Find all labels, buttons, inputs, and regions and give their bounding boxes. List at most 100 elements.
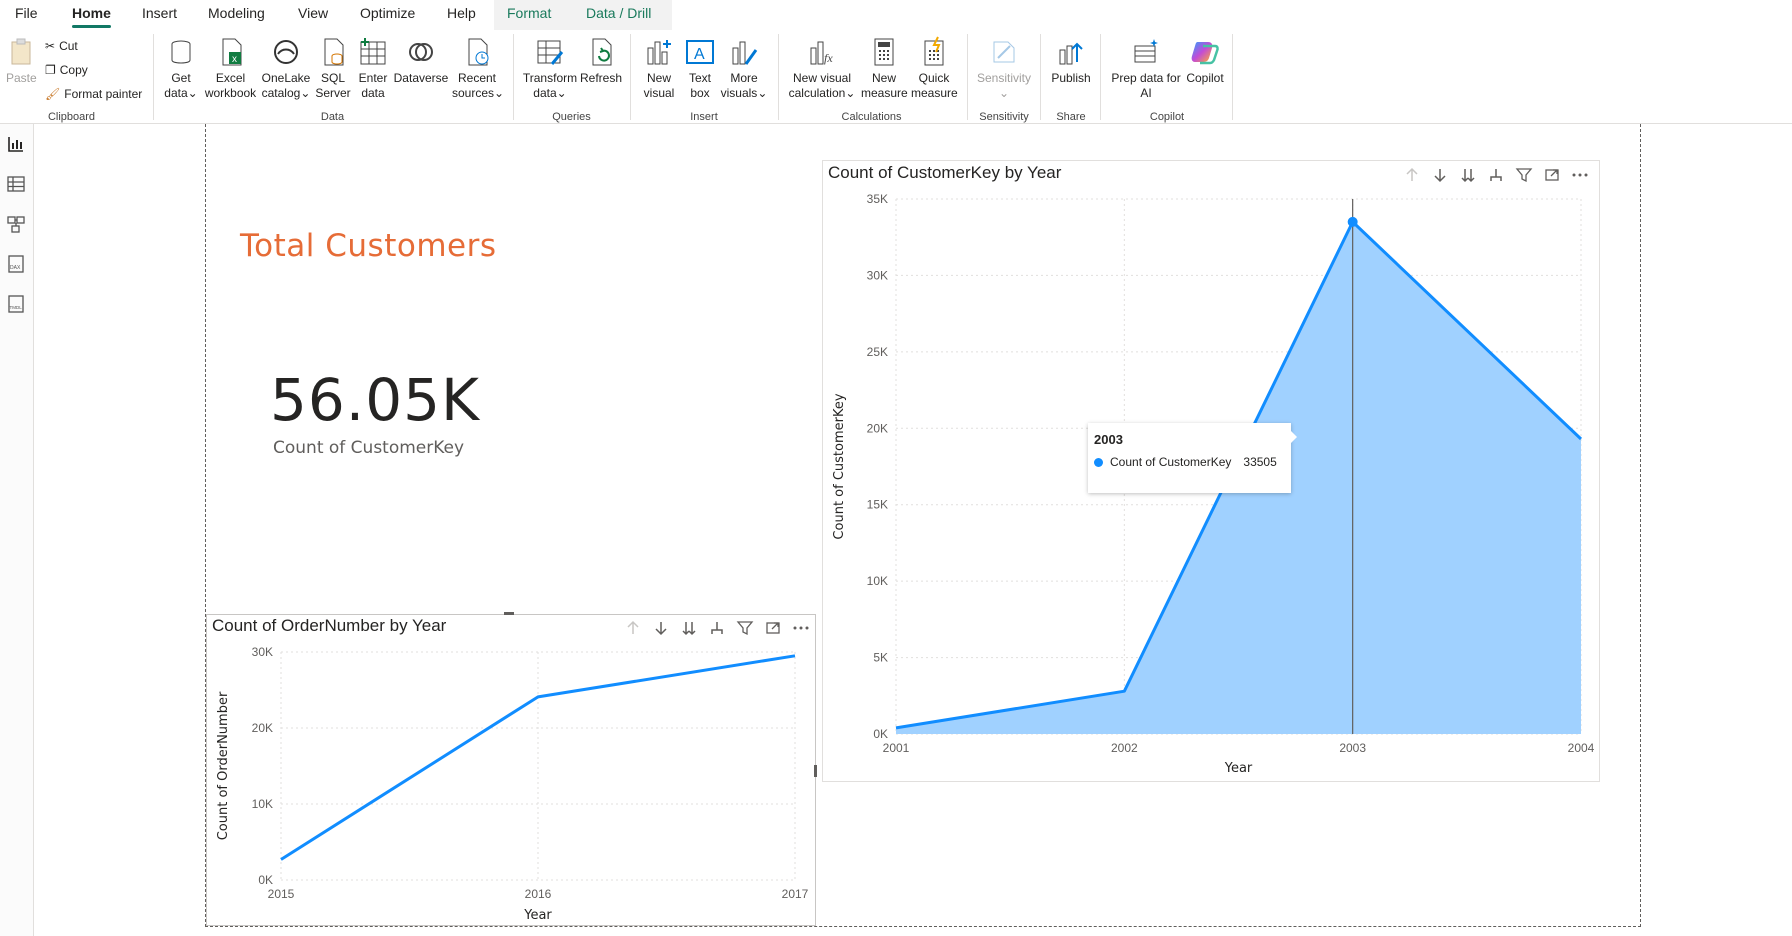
recent-label: Recent	[457, 71, 497, 85]
scissors-icon: ✂	[45, 39, 56, 53]
visual-calculation-icon: fx	[810, 41, 833, 65]
publish-button[interactable]: Publish	[1048, 36, 1094, 86]
new-measure-button[interactable]: New measure	[861, 36, 908, 101]
excel-icon: x	[222, 38, 241, 66]
tmdl-view-icon[interactable]: TMDL	[6, 294, 26, 314]
copilot-label: Copilot	[1186, 71, 1224, 85]
prep-data-label: Prep data for	[1111, 71, 1181, 85]
line-chart-visual[interactable]: Count of OrderNumber by Year 0K 10K 20K 30K…	[206, 612, 817, 926]
report-view-icon[interactable]	[6, 134, 26, 154]
x-axis-title: Year	[1224, 761, 1253, 776]
sql-server-icon	[324, 38, 344, 66]
dax-query-view-icon[interactable]: DAX	[6, 254, 26, 274]
sql-label: SQL	[320, 71, 345, 85]
y-tick-label: 0K	[258, 873, 273, 887]
more-visuals-button[interactable]: More visuals⌄	[720, 36, 768, 101]
ribbon: Paste ✂ Cut ❐ Copy 🖌 Format painter Clipboa…	[0, 30, 1792, 124]
card-value: 56.05K	[270, 366, 481, 434]
text-box-label: Text	[688, 71, 711, 85]
onelake-label: OneLake	[261, 71, 311, 85]
enter-data-button[interactable]: Enter data	[355, 36, 391, 101]
menu-home[interactable]: Home	[72, 0, 111, 28]
sensitivity-dropdown-icon: ⌄	[998, 86, 1010, 100]
tooltip-pointer	[1291, 431, 1297, 443]
line-chart-plot: 0K 10K 20K 30K 2015 2016 2017 Year Count of Orde…	[216, 645, 809, 923]
dataverse-icon	[409, 43, 433, 61]
enter-data-label: Enter	[358, 71, 388, 85]
copilot-button[interactable]: Copilot	[1184, 36, 1226, 86]
sql-server-button[interactable]: SQL Server	[315, 36, 351, 101]
y-tick-label: 15K	[867, 498, 888, 512]
tooltip-series-value: 33505	[1243, 455, 1277, 469]
transform-data-button[interactable]: Transform data⌄	[521, 36, 579, 101]
new-visual-label: New	[646, 71, 671, 85]
copy-label: Copy	[59, 63, 88, 77]
format-painter-button[interactable]: 🖌 Format painter	[45, 84, 142, 104]
y-axis-title: Count of OrderNumber	[216, 691, 231, 840]
sql-label-2: Server	[315, 86, 351, 100]
tooltip-series-dot	[1094, 457, 1103, 467]
menu-insert[interactable]: Insert	[142, 0, 177, 28]
svg-text:DAX: DAX	[10, 265, 21, 271]
y-tick-label: 10K	[867, 574, 888, 588]
get-data-button[interactable]: Get data⌄	[160, 36, 202, 101]
x-tick-label: 2015	[268, 887, 295, 901]
sensitivity-label: Sensitivity	[976, 71, 1032, 85]
cut-button[interactable]: ✂ Cut	[45, 36, 78, 56]
menu-format[interactable]: Format	[507, 0, 551, 28]
onelake-catalog-button[interactable]: OneLake catalog⌄	[260, 36, 312, 101]
area-chart-visual[interactable]: Count of CustomerKey by Year 0K 5K 10K 15K 2…	[822, 160, 1600, 782]
paste-button[interactable]: Paste	[6, 36, 37, 86]
card-visual[interactable]: Total Customers 56.05K Count of Customer…	[230, 210, 790, 480]
y-tick-label: 25K	[867, 345, 888, 359]
quick-measure-icon	[924, 36, 944, 66]
x-tick-label: 2003	[1339, 741, 1366, 755]
more-visuals-label: More	[730, 71, 758, 85]
tooltip-row: Count of CustomerKey 33505	[1094, 455, 1277, 469]
text-box-button[interactable]: A Text box	[682, 36, 718, 101]
separator	[630, 34, 631, 120]
menu-modeling[interactable]: Modeling	[208, 0, 265, 28]
onelake-label-2: catalog⌄	[261, 86, 311, 100]
recent-sources-button[interactable]: Recent sources⌄	[452, 36, 504, 101]
new-measure-label: New	[871, 71, 896, 85]
model-view-icon[interactable]	[6, 214, 26, 234]
separator	[1232, 34, 1233, 120]
chart-tooltip: 2003 Count of CustomerKey 33505	[1088, 423, 1297, 493]
sensitivity-button[interactable]: Sensitivity ⌄	[974, 36, 1034, 101]
tooltip-series-name: Count of CustomerKey	[1110, 455, 1232, 469]
menu-file[interactable]: File	[15, 0, 38, 28]
get-data-label: Get	[171, 71, 191, 85]
menu-optimize[interactable]: Optimize	[360, 0, 415, 28]
data-point	[1347, 216, 1358, 227]
tooltip-header: 2003	[1094, 432, 1123, 447]
new-visual-calculation-button[interactable]: fx New visual calculation⌄	[786, 36, 858, 101]
publish-icon	[1059, 42, 1083, 65]
x-tick-label: 2004	[1568, 741, 1595, 755]
excel-workbook-button[interactable]: x Excel workbook	[203, 36, 258, 101]
paste-label: Paste	[6, 71, 37, 85]
prep-data-ai-button[interactable]: Prep data for AI	[1108, 36, 1184, 101]
new-measure-label-2: measure	[861, 86, 908, 100]
quick-measure-button[interactable]: Quick measure	[911, 36, 958, 101]
new-visual-button[interactable]: New visual	[640, 36, 678, 101]
calculations-group-label: Calculations	[841, 111, 902, 123]
y-tick-label: 10K	[252, 797, 273, 811]
sensitivity-icon	[993, 41, 1015, 63]
dataverse-label: Dataverse	[393, 71, 449, 85]
menu-data-drill[interactable]: Data / Drill	[586, 0, 651, 28]
x-axis-title: Year	[523, 908, 552, 923]
resize-handle-top[interactable]	[504, 612, 514, 615]
separator	[778, 34, 779, 120]
menu-help[interactable]: Help	[447, 0, 476, 28]
resize-handle-right[interactable]	[814, 765, 817, 777]
dataverse-button[interactable]: Dataverse	[393, 36, 449, 86]
copy-button[interactable]: ❐ Copy	[45, 60, 88, 80]
refresh-icon	[592, 38, 612, 66]
refresh-button[interactable]: Refresh	[580, 36, 622, 86]
table-view-icon[interactable]	[6, 174, 26, 194]
refresh-label: Refresh	[580, 71, 623, 85]
separator	[513, 34, 514, 120]
data-group-label: Data	[320, 111, 345, 123]
menu-view[interactable]: View	[298, 0, 328, 28]
